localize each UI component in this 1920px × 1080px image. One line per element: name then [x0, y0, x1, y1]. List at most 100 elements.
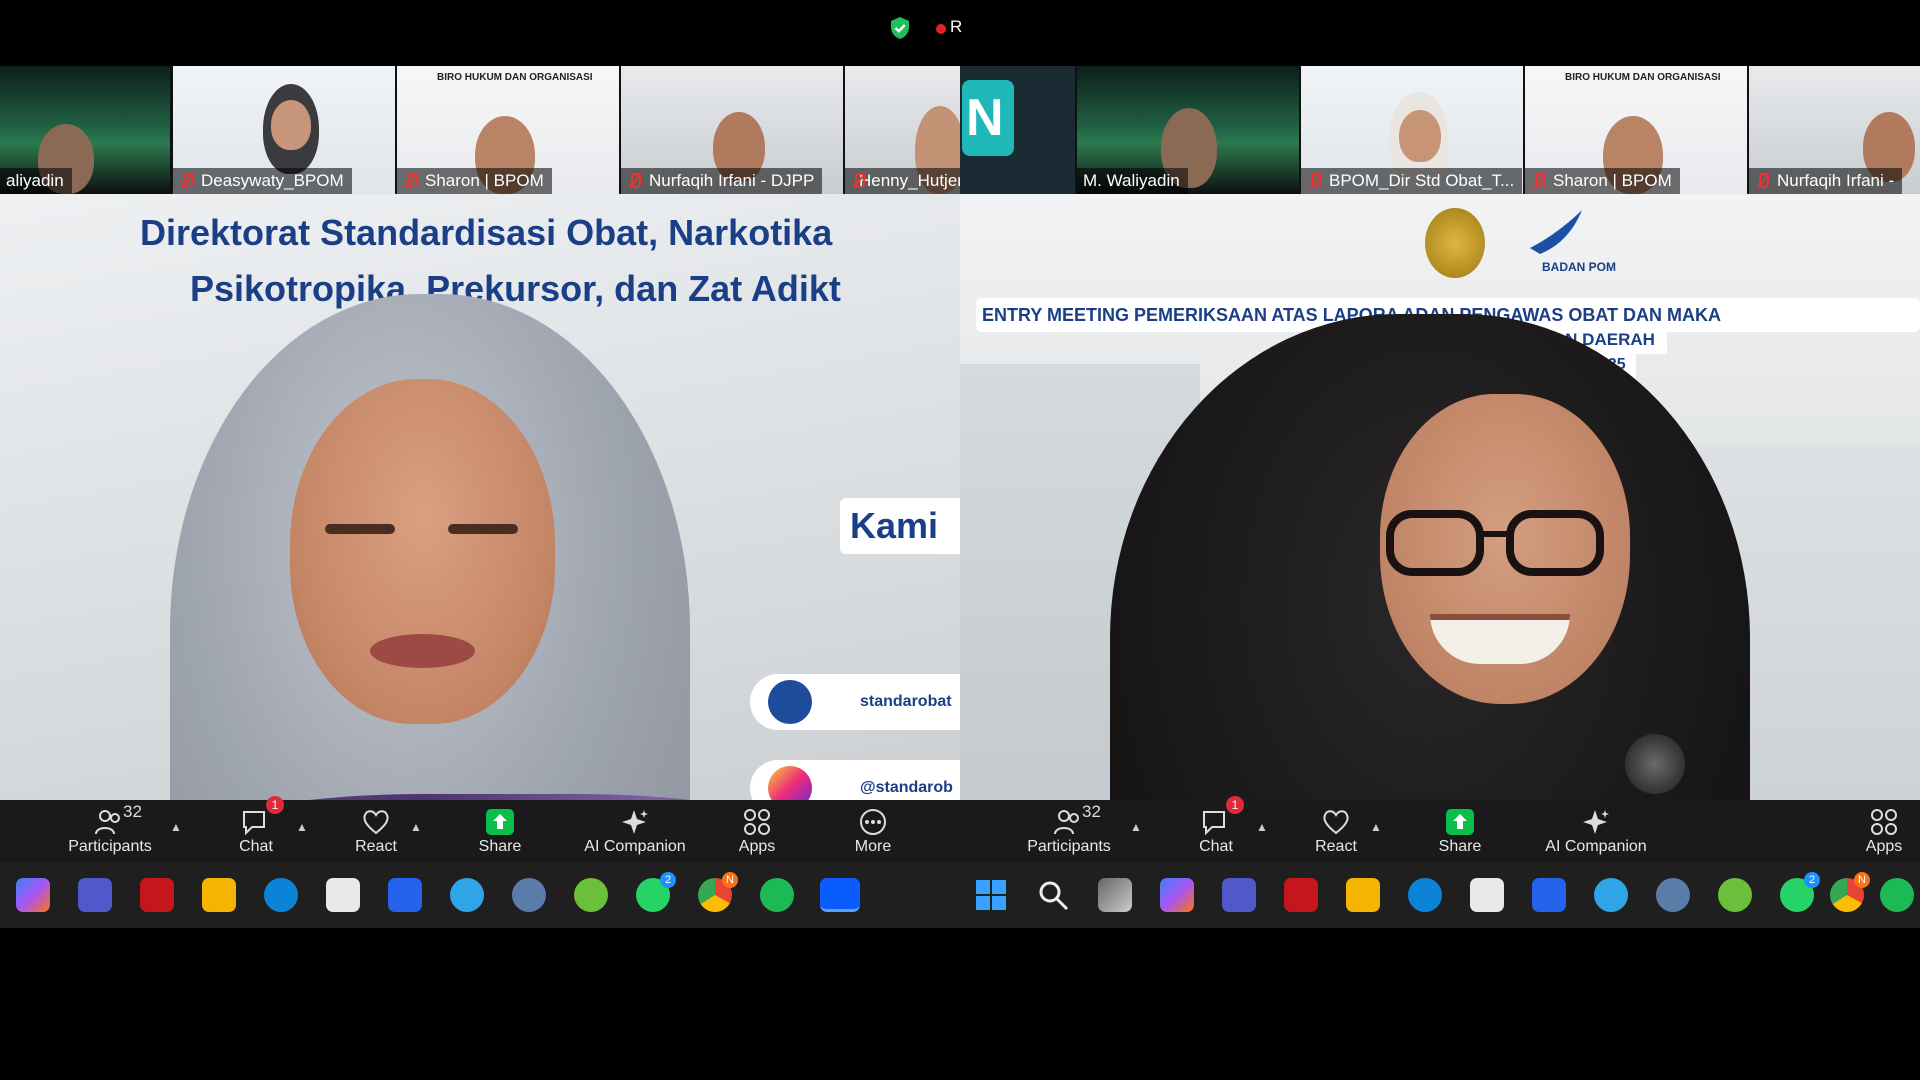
thumbnail-tile[interactable]: BIRO HUKUM DAN ORGANISASI Sharon | BPOM — [1525, 66, 1747, 194]
participant-thumbnail-strip: N M. Waliyadin BPOM_Dir Std Obat_T... BI… — [960, 66, 1920, 194]
spotify-icon[interactable] — [760, 878, 794, 912]
participant-thumbnail-strip: aliyadin Deasywaty_BPOM BIRO HUKUM DAN O… — [0, 66, 960, 194]
slide-web-text: standarobat — [860, 693, 952, 710]
chat-caret-icon[interactable]: ▲ — [1256, 820, 1268, 834]
thumbnail-tile[interactable]: aliyadin — [0, 66, 170, 194]
thumbnail-tile[interactable]: BPOM_Dir Std Obat_T... — [1301, 66, 1523, 194]
chat-unread-badge: 1 — [266, 796, 284, 814]
thumbnail-tile[interactable]: Henny_Hutjen PP — [845, 66, 960, 194]
whatsapp-badge: 2 — [1804, 872, 1820, 888]
microsoft-store-icon[interactable] — [1470, 878, 1504, 912]
copilot-icon[interactable] — [1160, 878, 1194, 912]
whatsapp-icon[interactable]: 2 — [636, 872, 676, 912]
music-app-icon[interactable] — [574, 878, 608, 912]
react-button[interactable]: React — [1306, 800, 1366, 862]
thumbnail-tile[interactable]: Deasywaty_BPOM — [173, 66, 395, 194]
windows-start-icon[interactable] — [974, 878, 1008, 912]
participants-button[interactable]: 32 Participants — [55, 800, 165, 862]
ai-companion-label: AI Companion — [1545, 838, 1647, 855]
chat-button[interactable]: 1 Chat — [226, 796, 286, 862]
chat-label: Chat — [239, 838, 273, 855]
chrome-icon[interactable]: N — [698, 872, 738, 912]
teams-icon[interactable] — [1222, 878, 1256, 912]
spotify-icon[interactable] — [1880, 878, 1914, 912]
thumbnail-tile[interactable]: BIRO HUKUM DAN ORGANISASI Sharon | BPOM — [397, 66, 619, 194]
file-explorer-icon[interactable] — [1346, 878, 1380, 912]
microsoft-store-icon[interactable] — [326, 878, 360, 912]
encryption-shield-icon[interactable] — [888, 16, 912, 40]
participants-count: 32 — [1082, 802, 1101, 821]
apps-label: Apps — [1865, 838, 1903, 855]
share-button[interactable]: Share — [1430, 800, 1490, 862]
windows-taskbar: 2 N — [960, 862, 1920, 928]
more-label: More — [854, 838, 892, 855]
apps-button[interactable]: Apps — [727, 800, 787, 862]
mcafee-icon[interactable] — [140, 878, 174, 912]
apps-button[interactable]: Apps — [1854, 800, 1914, 862]
task-view-icon[interactable] — [1098, 878, 1132, 912]
mic-muted-icon — [179, 173, 193, 189]
whatsapp-icon[interactable]: 2 — [1780, 872, 1820, 912]
badan-pom-logo-icon — [1530, 210, 1582, 254]
participants-label: Participants — [68, 838, 152, 855]
react-caret-icon[interactable]: ▲ — [410, 820, 422, 834]
thumbnail-tile[interactable]: N — [960, 66, 1075, 194]
heart-icon — [1323, 810, 1349, 835]
participant-name: BPOM_Dir Std Obat_T... — [1329, 171, 1515, 190]
thumbnail-tile[interactable]: M. Waliyadin — [1077, 66, 1299, 194]
ai-companion-button[interactable]: AI Companion — [1536, 800, 1656, 862]
participants-label: Participants — [1027, 838, 1111, 855]
file-explorer-icon[interactable] — [202, 878, 236, 912]
chrome-icon[interactable]: N — [1830, 872, 1870, 912]
participant-name: Sharon | BPOM — [1553, 171, 1672, 190]
react-caret-icon[interactable]: ▲ — [1370, 820, 1382, 834]
participants-caret-icon[interactable]: ▲ — [170, 820, 182, 834]
participants-icon — [95, 810, 120, 835]
share-screen-icon — [1446, 809, 1474, 835]
chat-button[interactable]: 1 Chat — [1186, 796, 1246, 862]
participant-name: Nurfaqih Irfani - DJPP — [649, 171, 815, 190]
participants-count: 32 — [123, 802, 142, 821]
slide-web-pill: standarobat — [750, 674, 960, 730]
apps-icon — [744, 809, 770, 835]
more-icon — [860, 809, 886, 835]
help-icon[interactable] — [1594, 878, 1628, 912]
participants-icon — [1054, 810, 1079, 835]
brooch — [1625, 734, 1685, 794]
chrome-badge: N — [1854, 872, 1870, 888]
participants-button[interactable]: 32 Participants — [1014, 800, 1124, 862]
more-button[interactable]: More — [843, 800, 903, 862]
calculator-app-icon[interactable] — [1656, 878, 1690, 912]
share-label: Share — [478, 838, 522, 855]
react-button[interactable]: React — [346, 800, 406, 862]
thumbnail-tile[interactable]: Nurfaqih Irfani - DJPP — [621, 66, 843, 194]
meeting-toolbar: 32 Participants ▲ 1 Chat ▲ React ▲ Share — [960, 796, 1920, 862]
thumbnail-tile[interactable]: Nurfaqih Irfani - — [1749, 66, 1920, 194]
music-app-icon[interactable] — [1718, 878, 1752, 912]
speaker-glasses — [1386, 510, 1604, 576]
participant-name: Sharon | BPOM — [425, 171, 544, 190]
chat-icon — [243, 811, 265, 836]
chat-caret-icon[interactable]: ▲ — [296, 820, 308, 834]
edge-icon[interactable] — [1408, 878, 1442, 912]
zoom-icon[interactable] — [820, 878, 860, 912]
myhp-icon[interactable] — [388, 878, 422, 912]
copilot-icon[interactable] — [16, 878, 50, 912]
slide-title-line-2: Psikotropika, Prekursor, dan Zat Adikt — [190, 268, 841, 309]
mcafee-icon[interactable] — [1284, 878, 1318, 912]
ai-companion-label: AI Companion — [584, 838, 686, 855]
participant-name: Deasywaty_BPOM — [201, 171, 344, 190]
edge-icon[interactable] — [264, 878, 298, 912]
participant-name: M. Waliyadin — [1077, 168, 1188, 194]
ai-companion-button[interactable]: AI Companion — [575, 800, 695, 862]
search-icon[interactable] — [1036, 878, 1070, 912]
myhp-icon[interactable] — [1532, 878, 1566, 912]
mic-muted-icon — [1307, 173, 1321, 189]
teams-icon[interactable] — [78, 878, 112, 912]
calculator-app-icon[interactable] — [512, 878, 546, 912]
help-icon[interactable] — [450, 878, 484, 912]
mic-muted-icon — [627, 173, 641, 189]
share-button[interactable]: Share — [470, 800, 530, 862]
mic-muted-icon — [403, 173, 417, 189]
participants-caret-icon[interactable]: ▲ — [1130, 820, 1142, 834]
